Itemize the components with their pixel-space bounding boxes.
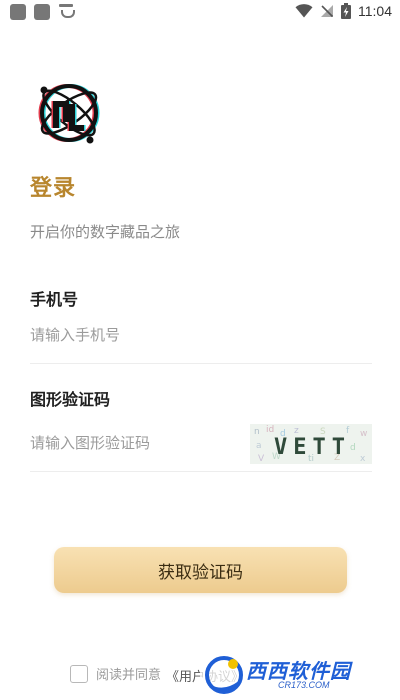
battery-charging-icon: [341, 3, 351, 19]
status-time: 11:04: [358, 3, 392, 19]
face-icon: [58, 4, 75, 20]
svg-text:x: x: [360, 454, 366, 464]
svg-text:V: V: [258, 454, 265, 464]
wifi-icon: [295, 4, 313, 18]
watermark-sub: CR173.COM: [278, 680, 330, 690]
captcha-image[interactable]: n id d z S f w a d V W ti Z x VETT: [250, 424, 372, 464]
agreement-row: 阅读并同意: [70, 664, 161, 683]
agreement-checkbox[interactable]: [70, 664, 88, 683]
status-bar-system: 11:04: [295, 3, 392, 19]
captcha-label: 图形验证码: [30, 390, 111, 409]
no-signal-icon: [321, 5, 334, 18]
notification-square-icon: [34, 4, 50, 20]
phone-input[interactable]: [30, 320, 360, 350]
captcha-input[interactable]: [30, 428, 240, 458]
phone-label: 手机号: [30, 290, 79, 309]
notification-square-icon: [10, 4, 26, 20]
status-bar-notifications: [10, 4, 75, 20]
page-title: 登录: [30, 176, 77, 201]
svg-text:id: id: [266, 425, 274, 435]
svg-text:n: n: [254, 427, 260, 437]
phone-field: [30, 320, 372, 364]
get-verification-code-button[interactable]: 获取验证码: [54, 547, 347, 593]
svg-text:a: a: [256, 441, 262, 451]
app-logo: [38, 84, 100, 144]
status-bar: 11:04: [0, 0, 400, 26]
svg-text:w: w: [360, 429, 367, 439]
captcha-field: n id d z S f w a d V W ti Z x VETT: [30, 424, 372, 472]
agreement-prefix: 阅读并同意: [96, 668, 162, 683]
captcha-text: VETT: [274, 435, 351, 460]
page-subtitle: 开启你的数字藏品之旅: [30, 223, 181, 241]
